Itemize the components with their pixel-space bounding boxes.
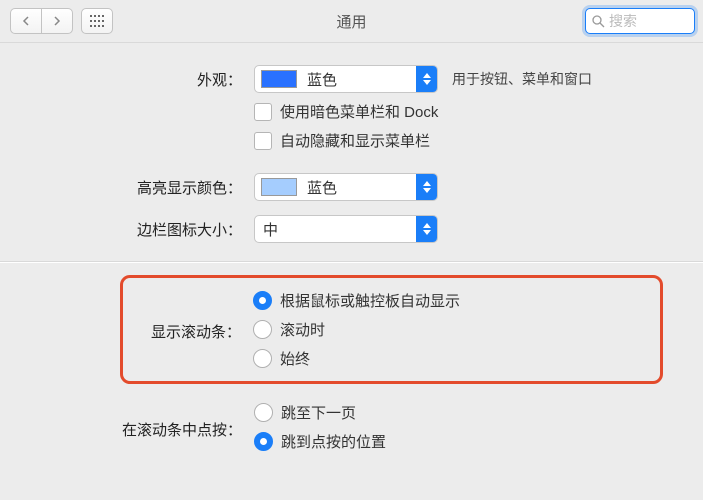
appearance-label: 外观：: [0, 69, 254, 90]
chevron-right-icon: [53, 16, 61, 26]
highlight-label: 高亮显示颜色：: [0, 177, 254, 198]
scroll-option-scrolling[interactable]: 滚动时: [253, 319, 460, 340]
radio-icon: [253, 320, 272, 339]
radio-label: 跳至下一页: [281, 402, 356, 423]
select-arrows-icon: [416, 174, 437, 200]
auto-hide-checkbox[interactable]: 自动隐藏和显示菜单栏: [254, 130, 438, 151]
scroll-label: 显示滚动条：: [123, 321, 253, 342]
radio-icon: [254, 403, 273, 422]
radio-label: 始终: [280, 348, 310, 369]
checkbox-icon: [254, 103, 272, 121]
back-button[interactable]: [10, 8, 41, 34]
search-icon: [592, 15, 605, 28]
checkbox-icon: [254, 132, 272, 150]
search-placeholder: 搜索: [609, 11, 637, 31]
highlight-value: 蓝色: [297, 177, 357, 198]
radio-label: 根据鼠标或触控板自动显示: [280, 290, 460, 311]
radio-icon: [253, 349, 272, 368]
grid-icon: [90, 15, 104, 27]
select-arrows-icon: [416, 216, 437, 242]
click-option-spot[interactable]: 跳到点按的位置: [254, 431, 386, 452]
chevron-left-icon: [22, 16, 30, 26]
sidebar-size-value: 中: [255, 219, 298, 240]
search-input[interactable]: 搜索: [585, 8, 695, 34]
dark-menu-label: 使用暗色菜单栏和 Dock: [280, 101, 438, 122]
appearance-value: 蓝色: [297, 69, 357, 90]
radio-label: 跳到点按的位置: [281, 431, 386, 452]
select-arrows-icon: [416, 66, 437, 92]
appearance-select[interactable]: 蓝色: [254, 65, 438, 93]
sidebar-size-select[interactable]: 中: [254, 215, 438, 243]
radio-icon: [254, 432, 273, 451]
dark-menu-checkbox[interactable]: 使用暗色菜单栏和 Dock: [254, 101, 438, 122]
radio-label: 滚动时: [280, 319, 325, 340]
forward-button[interactable]: [41, 8, 73, 34]
highlighted-section: 显示滚动条： 根据鼠标或触控板自动显示 滚动时 始终: [120, 275, 663, 384]
scroll-option-always[interactable]: 始终: [253, 348, 460, 369]
appearance-hint: 用于按钮、菜单和窗口: [452, 69, 592, 89]
highlight-select[interactable]: 蓝色: [254, 173, 438, 201]
click-label: 在滚动条中点按：: [0, 419, 254, 440]
color-swatch: [261, 70, 297, 88]
sidebar-size-label: 边栏图标大小：: [0, 219, 254, 240]
titlebar: 通用 搜索: [0, 0, 703, 43]
click-option-page[interactable]: 跳至下一页: [254, 402, 386, 423]
radio-icon: [253, 291, 272, 310]
scroll-option-auto[interactable]: 根据鼠标或触控板自动显示: [253, 290, 460, 311]
auto-hide-label: 自动隐藏和显示菜单栏: [280, 130, 430, 151]
color-swatch: [261, 178, 297, 196]
show-all-button[interactable]: [81, 8, 113, 34]
divider: [0, 261, 703, 263]
